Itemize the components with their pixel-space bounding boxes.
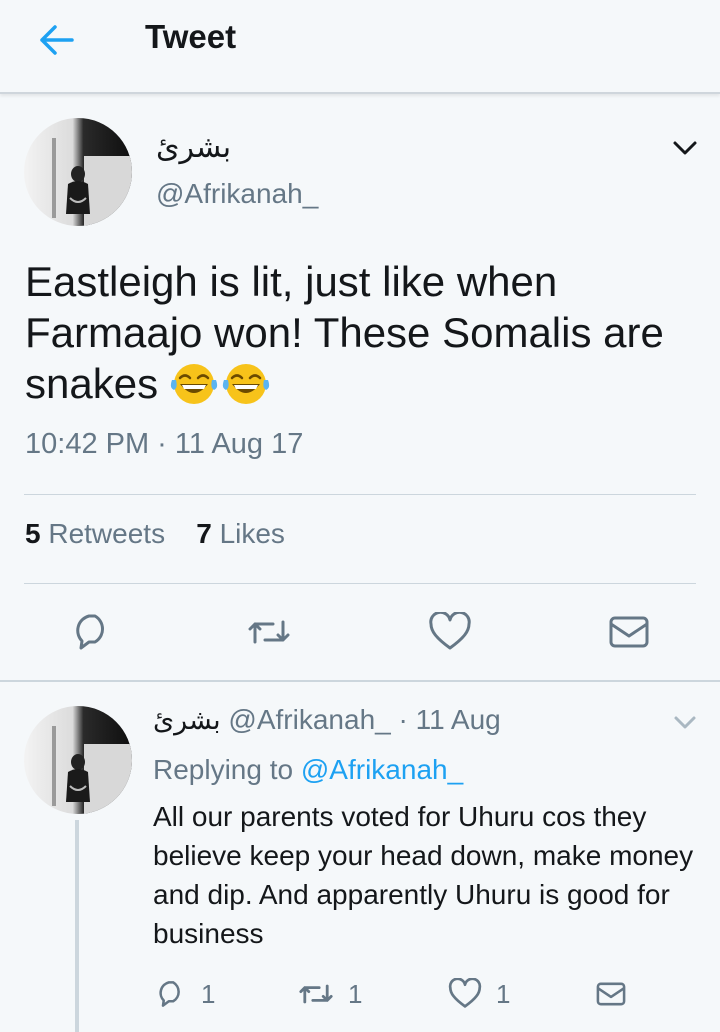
- thread-line: [75, 820, 79, 1032]
- likes-stat[interactable]: 7 Likes: [196, 518, 285, 549]
- direct-message-icon[interactable]: [607, 612, 651, 652]
- direct-message-icon: [596, 982, 626, 1006]
- author-handle[interactable]: @Afrikanah_: [156, 178, 318, 210]
- tears-of-joy-emoji-icon: [222, 362, 270, 406]
- reply-author-handle[interactable]: @Afrikanah_: [228, 704, 390, 735]
- reply-author-name[interactable]: بشرئ: [153, 705, 221, 736]
- tweet-text: Eastleigh is lit, just like when Farmaaj…: [25, 256, 705, 409]
- reply-icon: [159, 981, 180, 1007]
- like-icon[interactable]: [428, 610, 472, 652]
- reply-date: · 11 Aug: [398, 704, 501, 735]
- chevron-down-icon[interactable]: [673, 714, 697, 732]
- retweet-icon: [299, 984, 333, 1004]
- reply-icon[interactable]: [70, 612, 114, 652]
- reply-text: All our parents voted for Uhuru cos they…: [153, 801, 694, 949]
- tweet-timestamp: 10:42 PM · 11 Aug 17: [25, 428, 304, 460]
- reply-dm-button[interactable]: [595, 978, 627, 1010]
- reply-retweet-button[interactable]: 1: [298, 978, 362, 1010]
- reply-reply-button[interactable]: 1: [155, 978, 215, 1010]
- replying-prefix: Replying to: [153, 754, 294, 785]
- retweets-count: 5: [25, 518, 41, 549]
- tweet-body: Eastleigh is lit, just like when Farmaaj…: [25, 258, 664, 407]
- reply-author-avatar[interactable]: [24, 706, 132, 814]
- reply-retweet-count: 1: [348, 978, 363, 1009]
- like-icon: [448, 978, 482, 1008]
- tweet-stats: 5 Retweets 7 Likes: [25, 518, 285, 550]
- divider: [24, 494, 696, 495]
- retweets-label: Retweets: [48, 518, 166, 549]
- author-avatar[interactable]: [24, 118, 132, 226]
- replying-to: Replying to @Afrikanah_: [153, 754, 463, 786]
- reply-header: بشرئ @Afrikanah_ · 11 Aug: [153, 704, 501, 736]
- divider: [24, 583, 696, 584]
- author-name[interactable]: بشرئ: [156, 130, 231, 165]
- page-title: Tweet: [145, 18, 237, 55]
- reply-count: 1: [201, 978, 216, 1009]
- app-header: Tweet: [0, 0, 720, 94]
- likes-label: Likes: [219, 518, 285, 549]
- section-separator: [0, 680, 720, 682]
- likes-count: 7: [196, 518, 212, 549]
- tears-of-joy-emoji-icon: [170, 362, 218, 406]
- retweet-icon[interactable]: [247, 612, 291, 652]
- reply-like-button[interactable]: 1: [448, 978, 510, 1010]
- chevron-down-icon[interactable]: [672, 138, 698, 158]
- back-arrow-icon[interactable]: [36, 22, 76, 58]
- retweets-stat[interactable]: 5 Retweets: [25, 518, 165, 549]
- replying-mention-link[interactable]: @Afrikanah_: [301, 754, 463, 785]
- reply-like-count: 1: [496, 978, 511, 1009]
